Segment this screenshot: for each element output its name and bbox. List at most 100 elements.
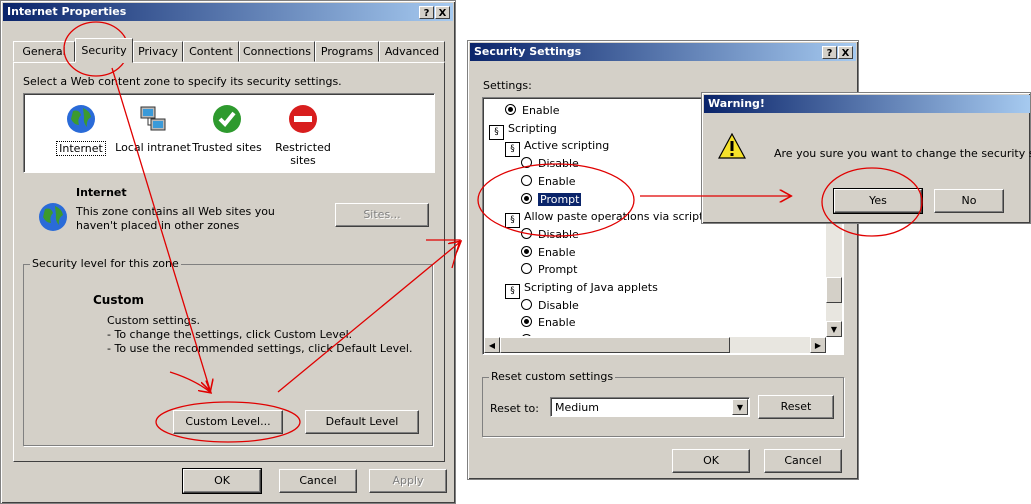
settings-label: Scripting: [508, 121, 557, 135]
radio-button-icon[interactable]: [521, 174, 532, 186]
level-title: Custom: [93, 293, 144, 307]
script-icon: §: [505, 142, 520, 158]
radio-button-icon[interactable]: [521, 316, 532, 328]
close-button[interactable]: X: [838, 46, 853, 59]
settings-label: Settings:: [483, 79, 532, 92]
close-button[interactable]: X: [435, 6, 450, 19]
settings-label: Active scripting: [524, 139, 610, 153]
scrollbar-thumb[interactable]: [826, 277, 842, 303]
settings-option[interactable]: Enable: [521, 314, 575, 332]
scroll-left-icon[interactable]: ◀: [484, 337, 500, 353]
sites-button[interactable]: Sites...: [335, 203, 429, 227]
settings-category: § Scripting: [489, 120, 557, 140]
settings-option[interactable]: Prompt: [521, 261, 577, 279]
group-label: Reset custom settings: [489, 370, 616, 383]
settings-label: Scripting of Java applets: [524, 281, 658, 294]
zone-label: Local intranet: [115, 141, 191, 154]
custom-level-button[interactable]: Custom Level...: [173, 410, 283, 434]
settings-category: § Active scripting: [505, 137, 610, 158]
reset-to-label: Reset to:: [490, 402, 539, 415]
radio-button-icon[interactable]: [521, 334, 532, 336]
help-button[interactable]: ?: [822, 46, 837, 59]
zone-prompt: Select a Web content zone to specify its…: [23, 75, 342, 88]
settings-option[interactable]: Enable: [521, 173, 575, 191]
settings-label: Enable: [538, 174, 576, 188]
tab-content[interactable]: Content: [183, 41, 239, 62]
window-title: Warning!: [708, 97, 765, 110]
zone-description-line-2: haven't placed in other zones: [76, 219, 240, 232]
zone-description-line-1: This zone contains all Web sites you: [76, 205, 275, 218]
zone-title: Internet: [76, 186, 127, 199]
zone-trusted-sites[interactable]: Trusted sites: [187, 103, 267, 154]
tab-advanced[interactable]: Advanced: [379, 41, 445, 62]
level-line-1: Custom settings.: [107, 314, 201, 327]
green-check-icon: [211, 103, 243, 135]
tab-privacy[interactable]: Privacy: [133, 41, 183, 62]
group-label: Security level for this zone: [30, 257, 181, 270]
reset-to-value: Medium: [555, 401, 599, 414]
tab-security[interactable]: Security: [75, 38, 133, 63]
radio-button-icon[interactable]: [521, 298, 532, 310]
reset-to-select[interactable]: Medium ▼: [550, 397, 750, 417]
tab-connections[interactable]: Connections: [239, 41, 315, 62]
settings-option[interactable]: Enable: [521, 244, 575, 262]
tab-programs[interactable]: Programs: [315, 41, 379, 62]
scrollbar-thumb[interactable]: [500, 337, 730, 353]
title-bar: Warning!: [704, 95, 1030, 113]
ok-button[interactable]: OK: [672, 449, 750, 473]
settings-label: Enable: [522, 104, 560, 117]
zone-internet[interactable]: Internet: [41, 103, 121, 156]
scroll-right-icon[interactable]: ▶: [810, 337, 826, 353]
radio-button-icon[interactable]: [521, 245, 532, 257]
settings-option[interactable]: Enable: [505, 102, 559, 120]
radio-button-icon[interactable]: [521, 227, 532, 239]
settings-label: Disable: [538, 227, 579, 241]
radio-button-icon[interactable]: [521, 157, 532, 169]
level-line-2: - To change the settings, click Custom L…: [107, 328, 353, 341]
reset-button[interactable]: Reset: [758, 395, 834, 419]
scroll-down-icon[interactable]: ▼: [826, 321, 842, 337]
radio-button-icon[interactable]: [521, 192, 532, 204]
zone-label: Trusted sites: [192, 141, 262, 154]
settings-category: § Allow paste operations via script: [505, 208, 704, 229]
cancel-button[interactable]: Cancel: [764, 449, 842, 473]
level-line-3: - To use the recommended settings, click…: [107, 342, 413, 355]
settings-option[interactable]: Disable: [521, 155, 579, 173]
help-button[interactable]: ?: [419, 6, 434, 19]
network-computers-icon: [137, 103, 169, 135]
zone-restricted-sites[interactable]: Restricted sites: [263, 103, 343, 167]
horizontal-scrollbar[interactable]: ◀ ▶: [484, 337, 826, 353]
settings-category: § Scripting of Java applets: [505, 279, 658, 299]
settings-label: Allow paste operations via script: [524, 210, 704, 224]
radio-button-icon[interactable]: [505, 104, 516, 115]
no-button[interactable]: No: [934, 189, 1004, 213]
no-entry-icon: [287, 103, 319, 135]
script-icon: §: [505, 213, 520, 229]
ok-button[interactable]: OK: [182, 468, 262, 494]
warning-message: Are you sure you want to change the secu…: [774, 147, 1031, 160]
radio-button-icon[interactable]: [521, 263, 532, 275]
settings-option[interactable]: Disable: [521, 226, 579, 244]
yes-button[interactable]: Yes: [833, 188, 923, 214]
chevron-down-icon[interactable]: ▼: [732, 399, 748, 415]
settings-option[interactable]: Disable: [521, 297, 579, 315]
title-bar: Security Settings ? X: [470, 43, 856, 61]
script-icon: §: [505, 284, 520, 299]
zone-local-intranet[interactable]: Local intranet: [113, 103, 193, 154]
settings-option[interactable]: Prompt: [521, 191, 582, 209]
globe-icon: [65, 103, 97, 135]
window-title: Security Settings: [474, 45, 582, 58]
default-level-button[interactable]: Default Level: [305, 410, 419, 434]
settings-label: Prompt: [538, 334, 577, 336]
apply-button[interactable]: Apply: [369, 469, 447, 493]
settings-option[interactable]: Prompt: [521, 332, 577, 336]
zone-label: Internet: [56, 141, 106, 156]
script-icon: §: [489, 124, 504, 140]
window-title: Internet Properties: [7, 5, 127, 18]
settings-label: Prompt: [538, 192, 582, 206]
cancel-button[interactable]: Cancel: [279, 469, 357, 493]
title-bar: Internet Properties ? X: [3, 3, 453, 21]
globe-icon: [37, 201, 69, 236]
settings-label: Disable: [538, 157, 579, 171]
tab-general[interactable]: General: [13, 41, 75, 62]
